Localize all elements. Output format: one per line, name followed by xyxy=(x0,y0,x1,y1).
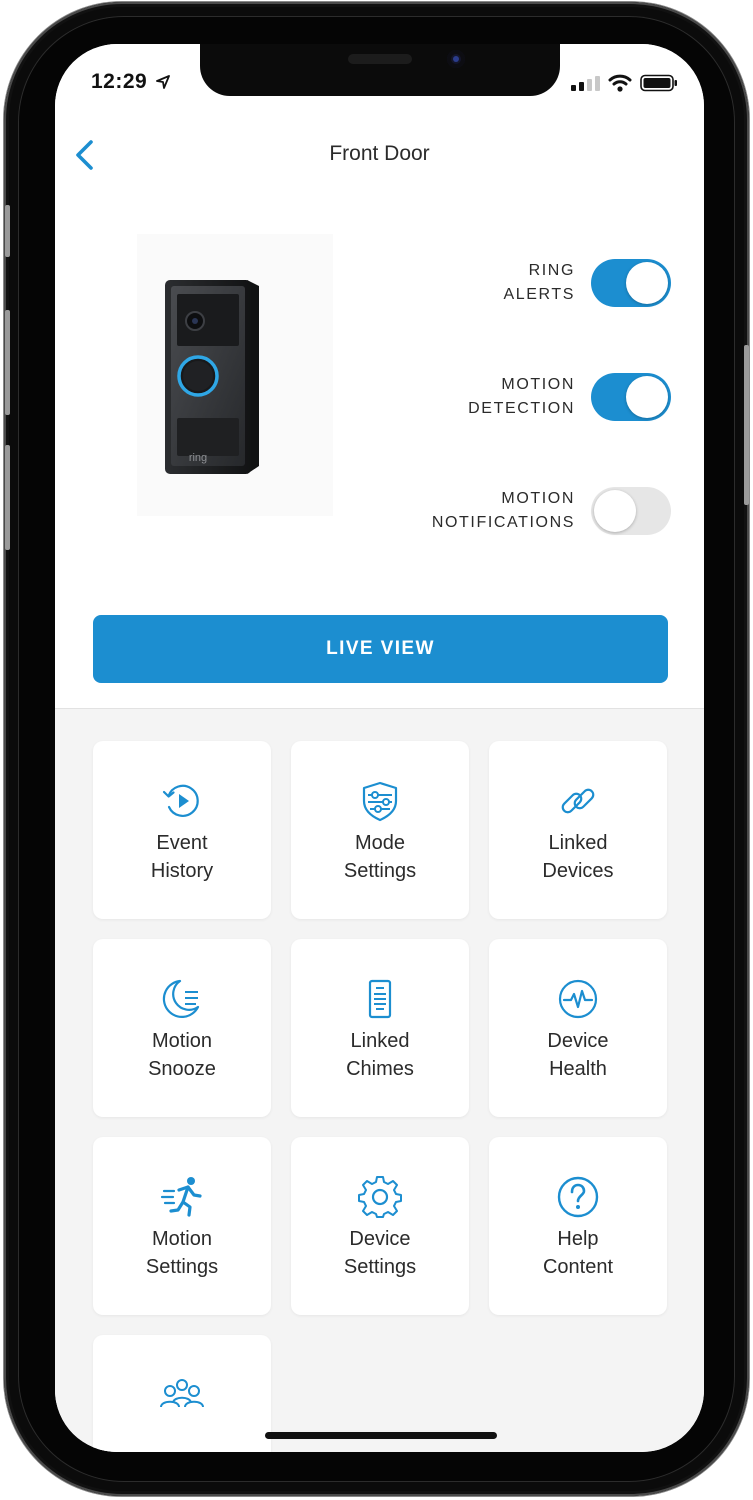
tile-label-line1: Device xyxy=(349,1228,411,1250)
motion-notifications-row: MOTION NOTIFICATIONS xyxy=(432,487,671,535)
tile-label-line1: Device xyxy=(547,1030,609,1052)
shared-users-tile[interactable] xyxy=(93,1335,271,1452)
tile-label-line1: Mode xyxy=(354,832,405,854)
power-button xyxy=(744,345,749,505)
app-screen: 12:29 Front Door ring RING ALERTS MOTION… xyxy=(55,44,704,1452)
moon-snooze-icon xyxy=(162,979,200,1018)
status-time: 12:29 xyxy=(91,70,170,94)
volume-down-button xyxy=(5,445,10,550)
status-time-text: 12:29 xyxy=(91,70,148,93)
ring-alerts-label: RING ALERTS xyxy=(503,259,575,307)
cellular-signal-icon xyxy=(571,76,600,91)
tile-label-line1: Motion xyxy=(151,1030,213,1052)
tile-label-line2: Devices xyxy=(542,860,614,882)
home-indicator[interactable] xyxy=(265,1432,497,1439)
motion-notifications-label: MOTION NOTIFICATIONS xyxy=(432,487,575,535)
tile-label-line2: Settings xyxy=(343,860,417,882)
motion-settings-label: Motion Settings xyxy=(146,1225,218,1281)
motion-snooze-label: Motion Snooze xyxy=(148,1027,216,1083)
linked-devices-label: Linked Devices xyxy=(542,829,613,885)
ring-logo: ring xyxy=(189,452,207,464)
help-content-tile[interactable]: Help Content xyxy=(489,1137,667,1315)
help-content-label: Help Content xyxy=(543,1225,613,1281)
motion-snooze-tile[interactable]: Motion Snooze xyxy=(93,939,271,1117)
toggle-knob xyxy=(626,262,668,304)
silent-switch xyxy=(5,205,10,257)
tile-label-line1: Event xyxy=(156,832,208,854)
doorbell-image: ring xyxy=(137,234,333,516)
motion-detection-label: MOTION DETECTION xyxy=(468,373,575,421)
ring-alerts-toggle[interactable] xyxy=(591,259,671,307)
gear-icon xyxy=(358,1176,402,1218)
motion-notifications-toggle[interactable] xyxy=(591,487,671,535)
running-person-icon xyxy=(160,1177,202,1217)
wifi-icon xyxy=(608,74,632,92)
device-settings-tile[interactable]: Device Settings xyxy=(291,1137,469,1315)
linked-chimes-tile[interactable]: Linked Chimes xyxy=(291,939,469,1117)
motion-detection-toggle[interactable] xyxy=(591,373,671,421)
event-history-icon xyxy=(162,784,199,817)
ring-alerts-label-line1: RING xyxy=(528,262,575,279)
toggle-knob xyxy=(626,376,668,418)
motion-detection-label-line1: MOTION xyxy=(501,376,575,393)
location-arrow-icon xyxy=(155,75,170,90)
tile-label-line1: Linked xyxy=(548,832,608,854)
device-settings-label: Device Settings xyxy=(344,1225,416,1281)
pulse-icon xyxy=(558,979,598,1019)
ring-alerts-label-line2: ALERTS xyxy=(503,286,575,303)
link-icon xyxy=(561,788,595,814)
tile-label-line2: Health xyxy=(549,1058,607,1080)
motion-detection-label-line2: DETECTION xyxy=(468,400,575,417)
device-header-area: 12:29 Front Door ring RING ALERTS MOTION… xyxy=(55,44,704,708)
shared-users-icon xyxy=(160,1379,204,1408)
device-health-label: Device Health xyxy=(547,1027,608,1083)
status-icons xyxy=(570,74,678,92)
mode-settings-label: Mode Settings xyxy=(344,829,416,885)
tile-label-line1: Help xyxy=(557,1228,599,1250)
motion-settings-tile[interactable]: Motion Settings xyxy=(93,1137,271,1315)
device-health-tile[interactable]: Device Health xyxy=(489,939,667,1117)
motion-detection-row: MOTION DETECTION xyxy=(468,373,671,421)
tile-label-line2: History xyxy=(150,860,214,882)
question-icon xyxy=(557,1176,599,1218)
mode-settings-icon xyxy=(362,781,398,822)
phone-notch xyxy=(200,44,560,96)
tile-label-line2: Chimes xyxy=(346,1058,414,1080)
tile-label-line2: Content xyxy=(542,1256,614,1278)
linked-devices-tile[interactable]: Linked Devices xyxy=(489,741,667,919)
motion-notifications-label-line2: NOTIFICATIONS xyxy=(431,514,575,531)
motion-notifications-label-line1: MOTION xyxy=(501,490,575,507)
live-view-button[interactable]: LIVE VIEW xyxy=(93,615,668,683)
volume-up-button xyxy=(5,310,10,415)
page-title: Front Door xyxy=(329,142,430,165)
front-camera xyxy=(447,50,465,68)
earpiece-speaker xyxy=(348,54,412,64)
feature-grid: Event History Mode Settings Linked Devic… xyxy=(55,708,704,1452)
mode-settings-tile[interactable]: Mode Settings xyxy=(291,741,469,919)
event-history-label: Event History xyxy=(151,829,213,885)
toggle-knob xyxy=(594,490,636,532)
chime-icon xyxy=(368,979,392,1019)
tile-label-line2: Settings xyxy=(343,1256,417,1278)
event-history-tile[interactable]: Event History xyxy=(93,741,271,919)
battery-icon xyxy=(640,74,677,92)
linked-chimes-label: Linked Chimes xyxy=(346,1027,414,1083)
ring-alerts-row: RING ALERTS xyxy=(503,259,671,307)
tile-label-line1: Linked xyxy=(350,1030,410,1052)
tile-label-line2: Settings xyxy=(145,1256,219,1278)
tile-label-line1: Motion xyxy=(151,1228,212,1250)
tile-label-line2: Snooze xyxy=(148,1058,216,1080)
